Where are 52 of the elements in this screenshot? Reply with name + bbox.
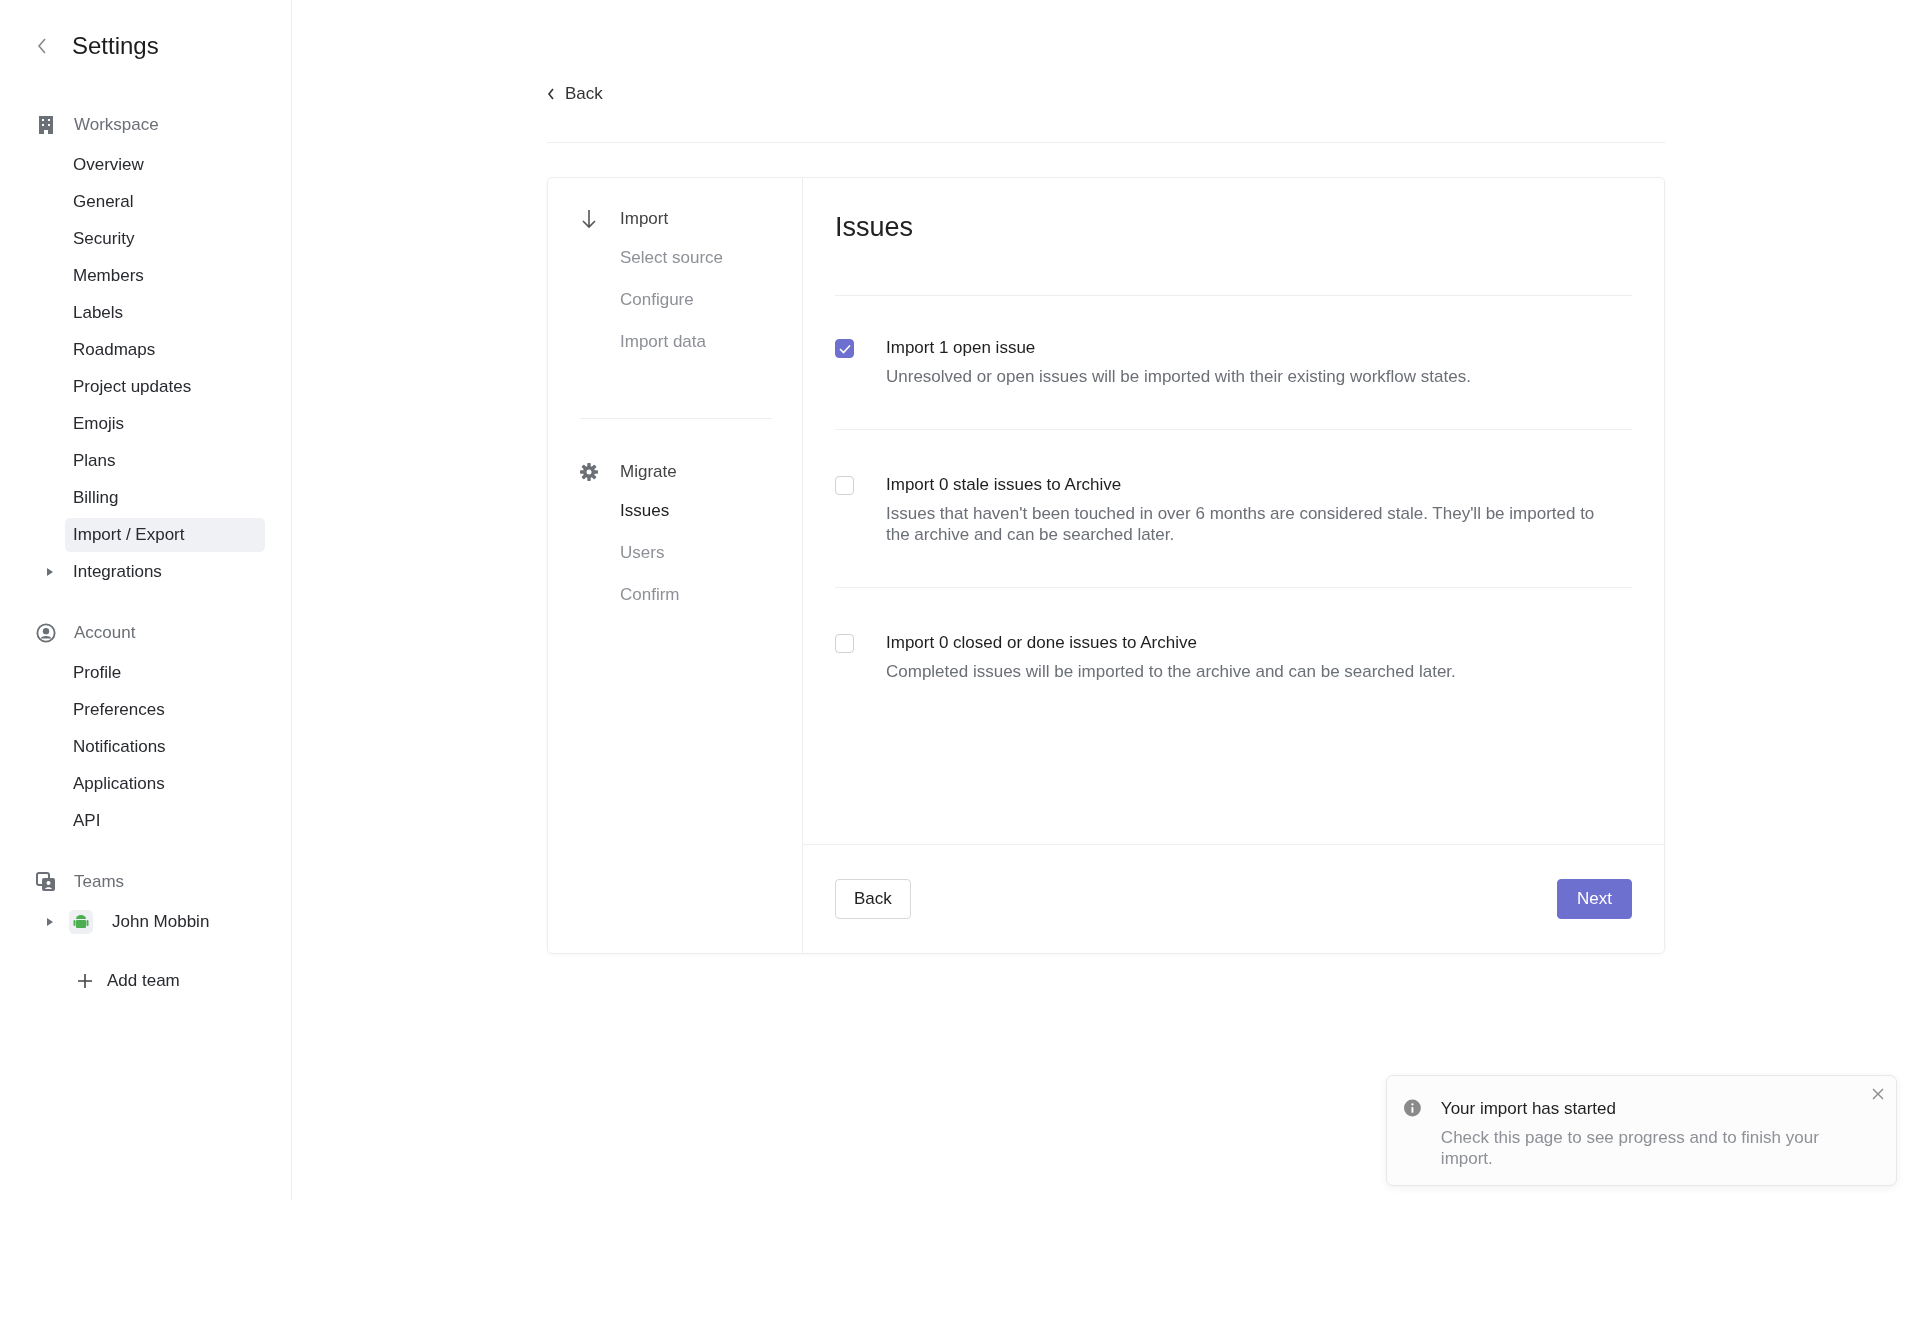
- section-label: Account: [74, 623, 136, 643]
- building-icon: [36, 115, 56, 135]
- plus-icon: [77, 973, 93, 989]
- sidebar-title: Settings: [72, 32, 159, 60]
- nav-item[interactable]: Security: [65, 221, 265, 256]
- nav-item[interactable]: Applications: [65, 766, 265, 801]
- step-item[interactable]: Issues: [620, 501, 772, 543]
- nav-item[interactable]: Emojis: [65, 406, 265, 441]
- next-button[interactable]: Next: [1557, 879, 1632, 919]
- section-label: Workspace: [74, 115, 159, 135]
- info-icon: [1404, 1099, 1421, 1117]
- panel-title: Issues: [834, 211, 915, 244]
- nav-item[interactable]: Profile: [65, 655, 265, 690]
- add-team-link[interactable]: Add team: [107, 964, 188, 998]
- nav-item[interactable]: Notifications: [65, 729, 265, 764]
- nav-item[interactable]: Labels: [65, 295, 265, 330]
- step-group-label: Migrate: [620, 462, 677, 482]
- teams-icon: [36, 872, 56, 892]
- checkbox[interactable]: [835, 339, 854, 358]
- back-link[interactable]: Back: [547, 84, 603, 104]
- nav-item[interactable]: Plans: [65, 443, 265, 478]
- user-circle-icon: [36, 622, 56, 644]
- close-icon[interactable]: [1872, 1088, 1884, 1100]
- option-description: Unresolved or open issues will be imported with their existing workflow states.: [886, 366, 1471, 387]
- option-description: Issues that haven't been touched in over 6 months are considered stale. They'll be imported to the archive and can be searched later.: [886, 503, 1596, 545]
- expand-icon[interactable]: [46, 567, 54, 577]
- expand-icon[interactable]: [46, 917, 54, 927]
- nav-item[interactable]: Project updates: [65, 369, 265, 404]
- nav-item[interactable]: Roadmaps: [65, 332, 265, 367]
- toast-title: Your import has started: [1440, 1099, 1617, 1119]
- option-title: Import 1 open issue: [886, 338, 1037, 358]
- option-title: Import 0 stale issues to Archive: [886, 475, 1123, 495]
- section-label: Teams: [74, 872, 125, 892]
- nav-item[interactable]: Integrations: [65, 554, 265, 589]
- gear-icon: [580, 463, 598, 481]
- nav-item[interactable]: John Mobbin: [104, 904, 218, 939]
- nav-item[interactable]: Billing: [65, 480, 265, 515]
- option-title: Import 0 closed or done issues to Archive: [886, 633, 1198, 653]
- back-icon[interactable]: [36, 37, 48, 55]
- step-group-label: Import: [620, 209, 669, 229]
- arrow-down-icon: [580, 209, 598, 229]
- nav-item[interactable]: General: [65, 184, 265, 219]
- option-description: Completed issues will be imported to the archive and can be searched later.: [886, 661, 1456, 682]
- nav-item[interactable]: Import / Export: [65, 517, 265, 552]
- toast-message: Check this page to see progress and to finish your import.: [1440, 1127, 1820, 1169]
- check-icon: [838, 343, 851, 354]
- back-button[interactable]: Back: [835, 879, 911, 919]
- nav-item[interactable]: Overview: [65, 147, 265, 182]
- nav-item[interactable]: Preferences: [65, 692, 265, 727]
- nav-item[interactable]: Members: [65, 258, 265, 293]
- chevron-left-icon: [547, 88, 555, 100]
- nav-item[interactable]: API: [65, 803, 265, 838]
